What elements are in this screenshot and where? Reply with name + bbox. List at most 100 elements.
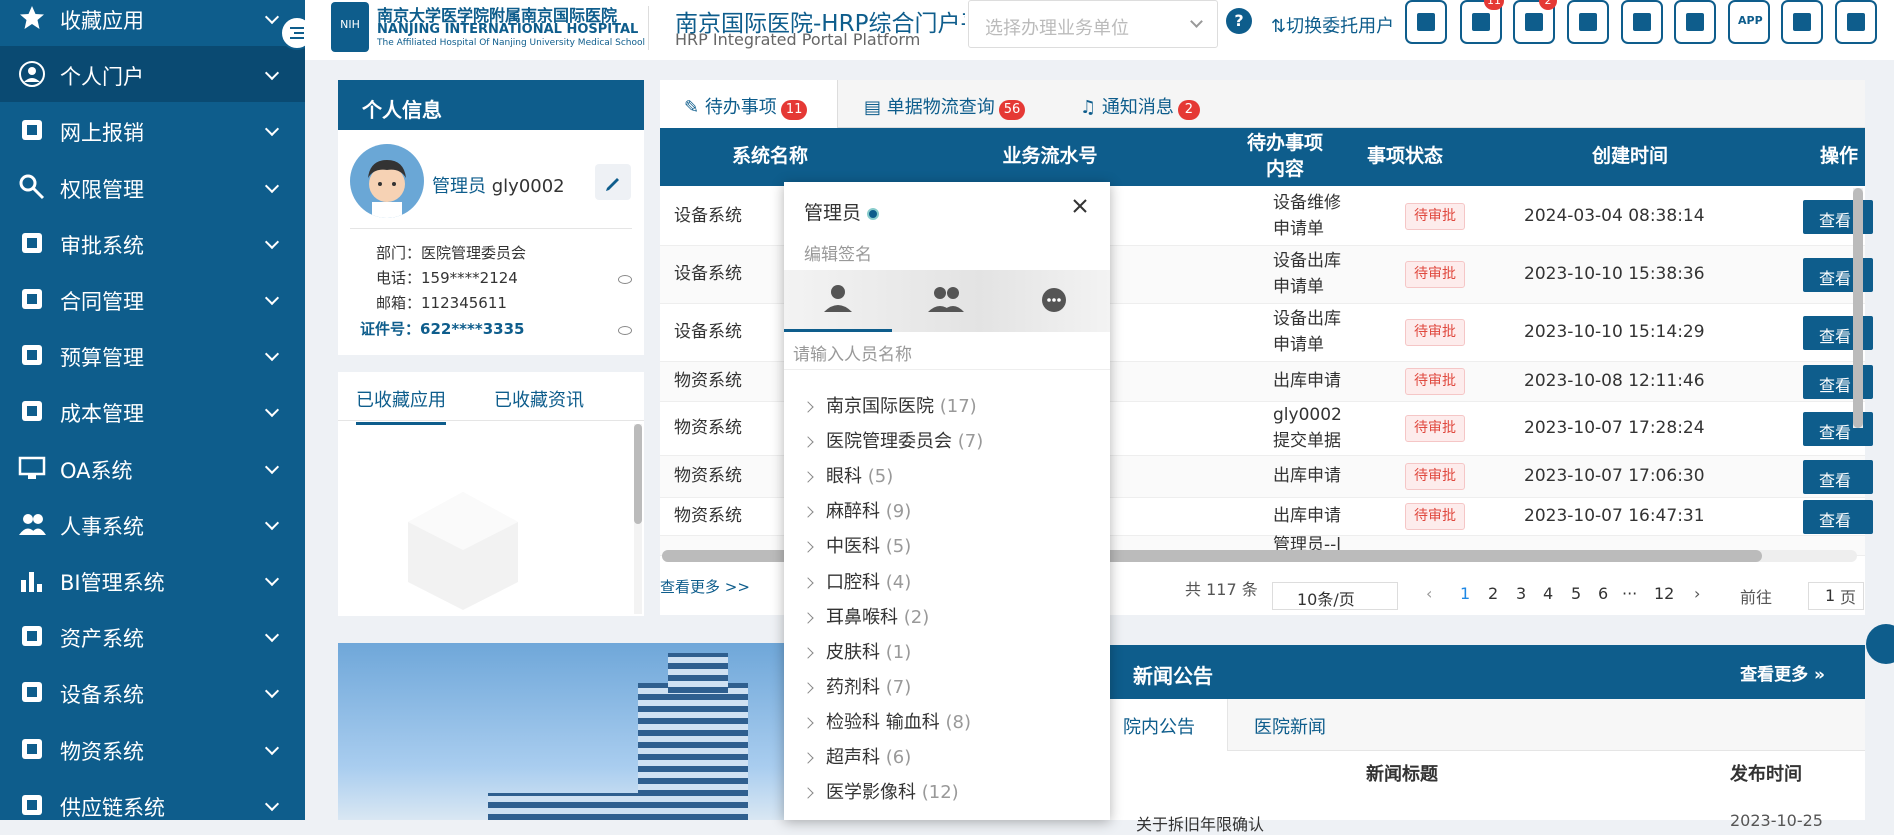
page-4[interactable]: 4	[1543, 584, 1553, 603]
tree-item[interactable]: 医学影像科 (12)	[802, 778, 959, 804]
sidebar-item-14[interactable]: 物资系统	[0, 721, 305, 777]
tree-item[interactable]: 药剂科 (7)	[802, 673, 911, 699]
cell-content: 出库申请	[1273, 465, 1341, 486]
tab-logistics[interactable]: ▤ 单据物流查询 56	[864, 80, 1026, 128]
page-size-select[interactable]: 10条/页	[1272, 582, 1398, 610]
contract-icon	[22, 289, 42, 309]
tab-favorite-news[interactable]: 已收藏资讯	[494, 386, 584, 412]
sidebar-item-9[interactable]: OA系统	[0, 440, 305, 496]
close-icon[interactable]	[1070, 196, 1090, 216]
app-button[interactable]: APP	[1728, 0, 1770, 44]
sidebar-item-11[interactable]: BI管理系统	[0, 552, 305, 608]
news-more-link[interactable]: 查看更多 »	[1740, 660, 1825, 685]
next-page-button[interactable]: ›	[1694, 584, 1700, 603]
group-icon[interactable]	[892, 270, 1000, 332]
home-button[interactable]	[1405, 0, 1447, 44]
grid-button[interactable]	[1567, 0, 1609, 44]
page-5[interactable]: 5	[1571, 584, 1581, 603]
tree-item[interactable]: 检验科 输血科 (8)	[802, 708, 971, 734]
sidebar-item-13[interactable]: 设备系统	[0, 664, 305, 720]
sidebar-item-4[interactable]: 权限管理	[0, 159, 305, 215]
goto-label: 前往	[1740, 588, 1773, 607]
tree-item[interactable]: 超声科 (6)	[802, 743, 911, 769]
switch-user-link[interactable]: ⇅切换委托用户	[1271, 12, 1394, 38]
chat-icon[interactable]	[1000, 270, 1108, 332]
more-tasks-link[interactable]: 查看更多 >>	[660, 576, 750, 597]
tree-item[interactable]: 麻醉科 (9)	[802, 497, 911, 523]
page-2[interactable]: 2	[1488, 584, 1498, 603]
tree-item[interactable]: 眼科 (5)	[802, 462, 893, 488]
empty-box-icon	[408, 492, 518, 610]
sidebar-item-10[interactable]: 人事系统	[0, 496, 305, 552]
status-dot	[867, 207, 880, 220]
power-button[interactable]	[1835, 0, 1877, 44]
cell-time: 2024-03-04 08:38:14	[1524, 205, 1705, 226]
news-item-title[interactable]: 关于拆旧年限确认	[1136, 811, 1264, 835]
view-button[interactable]: 查看	[1803, 500, 1873, 534]
divider	[338, 420, 644, 421]
col-system: 系统名称	[731, 145, 808, 168]
sidebar-item-15[interactable]: 供应链系统	[0, 777, 305, 820]
tree-item[interactable]: 医院管理委员会 (7)	[802, 427, 983, 453]
sidebar-item-label: BI管理系统	[60, 571, 165, 595]
news-item-time: 2023-10-25	[1730, 811, 1823, 830]
floating-edit-icon[interactable]	[1866, 624, 1894, 664]
tab-internal-notice[interactable]: 院内公告	[1098, 699, 1228, 751]
tree-item[interactable]: 皮肤科 (1)	[802, 638, 911, 664]
tab-todo[interactable]: ✎ 待办事项 11	[660, 80, 838, 128]
sidebar-item-label: 审批系统	[60, 233, 144, 258]
cell-content: 设备出库 申请单	[1273, 251, 1341, 297]
fullscreen-button[interactable]	[1781, 0, 1823, 44]
chevron-right-icon	[802, 647, 814, 659]
edit-profile-button[interactable]	[595, 164, 631, 200]
page-6[interactable]: 6	[1598, 584, 1608, 603]
person-icon[interactable]	[784, 270, 892, 332]
sidebar-item-5[interactable]: 审批系统	[0, 215, 305, 271]
tree-item[interactable]: 耳鼻喉科 (2)	[802, 603, 929, 629]
page-3[interactable]: 3	[1516, 584, 1526, 603]
grid-icon	[1579, 13, 1597, 31]
sidebar-item-1[interactable]: 收藏应用	[0, 0, 305, 46]
profile-card: 个人信息 管理员 gly0002 部门：医院管理委员会 电话：159****21…	[338, 80, 644, 355]
page-12[interactable]: 12	[1654, 584, 1674, 603]
settings-button[interactable]	[1674, 0, 1716, 44]
phone-row: 电话：159****2124	[376, 269, 518, 287]
person-search-input[interactable]: 请输入人员名称	[784, 332, 1110, 370]
tree-item[interactable]: 口腔科 (4)	[802, 568, 911, 594]
sidebar-item-8[interactable]: 成本管理	[0, 383, 305, 439]
page-ellipsis[interactable]: ···	[1622, 584, 1637, 603]
cell-time: 2023-10-07 17:28:24	[1524, 417, 1705, 438]
tree-item[interactable]: 南京国际医院 (17)	[802, 392, 977, 418]
prev-page-button[interactable]: ‹	[1426, 584, 1432, 603]
cell-time: 2023-10-10 15:14:29	[1524, 321, 1705, 342]
chevron-right-icon	[802, 611, 814, 624]
sidebar-item-2[interactable]: 个人门户	[0, 46, 305, 103]
tab-notices[interactable]: ♫ 通知消息 2	[1080, 80, 1200, 128]
eye-icon[interactable]	[618, 326, 632, 335]
cell-time: 2023-10-07 16:47:31	[1524, 505, 1705, 526]
tree-item[interactable]: 中医科 (5)	[802, 532, 911, 558]
status-badge: 待审批	[1405, 261, 1465, 288]
scrollbar[interactable]	[634, 424, 642, 614]
view-button[interactable]: 查看	[1803, 460, 1873, 494]
eye-icon[interactable]	[618, 275, 632, 284]
vertical-scrollbar[interactable]	[1853, 188, 1863, 428]
list-button[interactable]: 11	[1460, 0, 1504, 44]
favorites-card: 已收藏应用 已收藏资讯	[338, 372, 644, 616]
sliders-button[interactable]	[1621, 0, 1663, 44]
help-icon[interactable]: ?	[1226, 8, 1252, 34]
sidebar-item-12[interactable]: 资产系统	[0, 608, 305, 664]
sidebar-item-7[interactable]: 预算管理	[0, 327, 305, 383]
chevron-down-icon	[1190, 15, 1203, 28]
page-unit: 页	[1840, 588, 1857, 607]
sidebar-item-6[interactable]: 合同管理	[0, 271, 305, 327]
edit-signature[interactable]: 编辑签名	[804, 240, 872, 265]
unit-select[interactable]: 选择办理业务单位	[968, 0, 1218, 48]
speaker-button[interactable]: 2	[1513, 0, 1557, 44]
col-content: 待办事项 内容	[1246, 132, 1323, 180]
sidebar-item-3[interactable]: 网上报销	[0, 102, 305, 158]
stamp-icon	[22, 232, 42, 253]
tab-hospital-news[interactable]: 医院新闻	[1254, 713, 1326, 739]
page-1[interactable]: 1	[1460, 584, 1470, 603]
chevron-right-icon	[802, 436, 814, 448]
